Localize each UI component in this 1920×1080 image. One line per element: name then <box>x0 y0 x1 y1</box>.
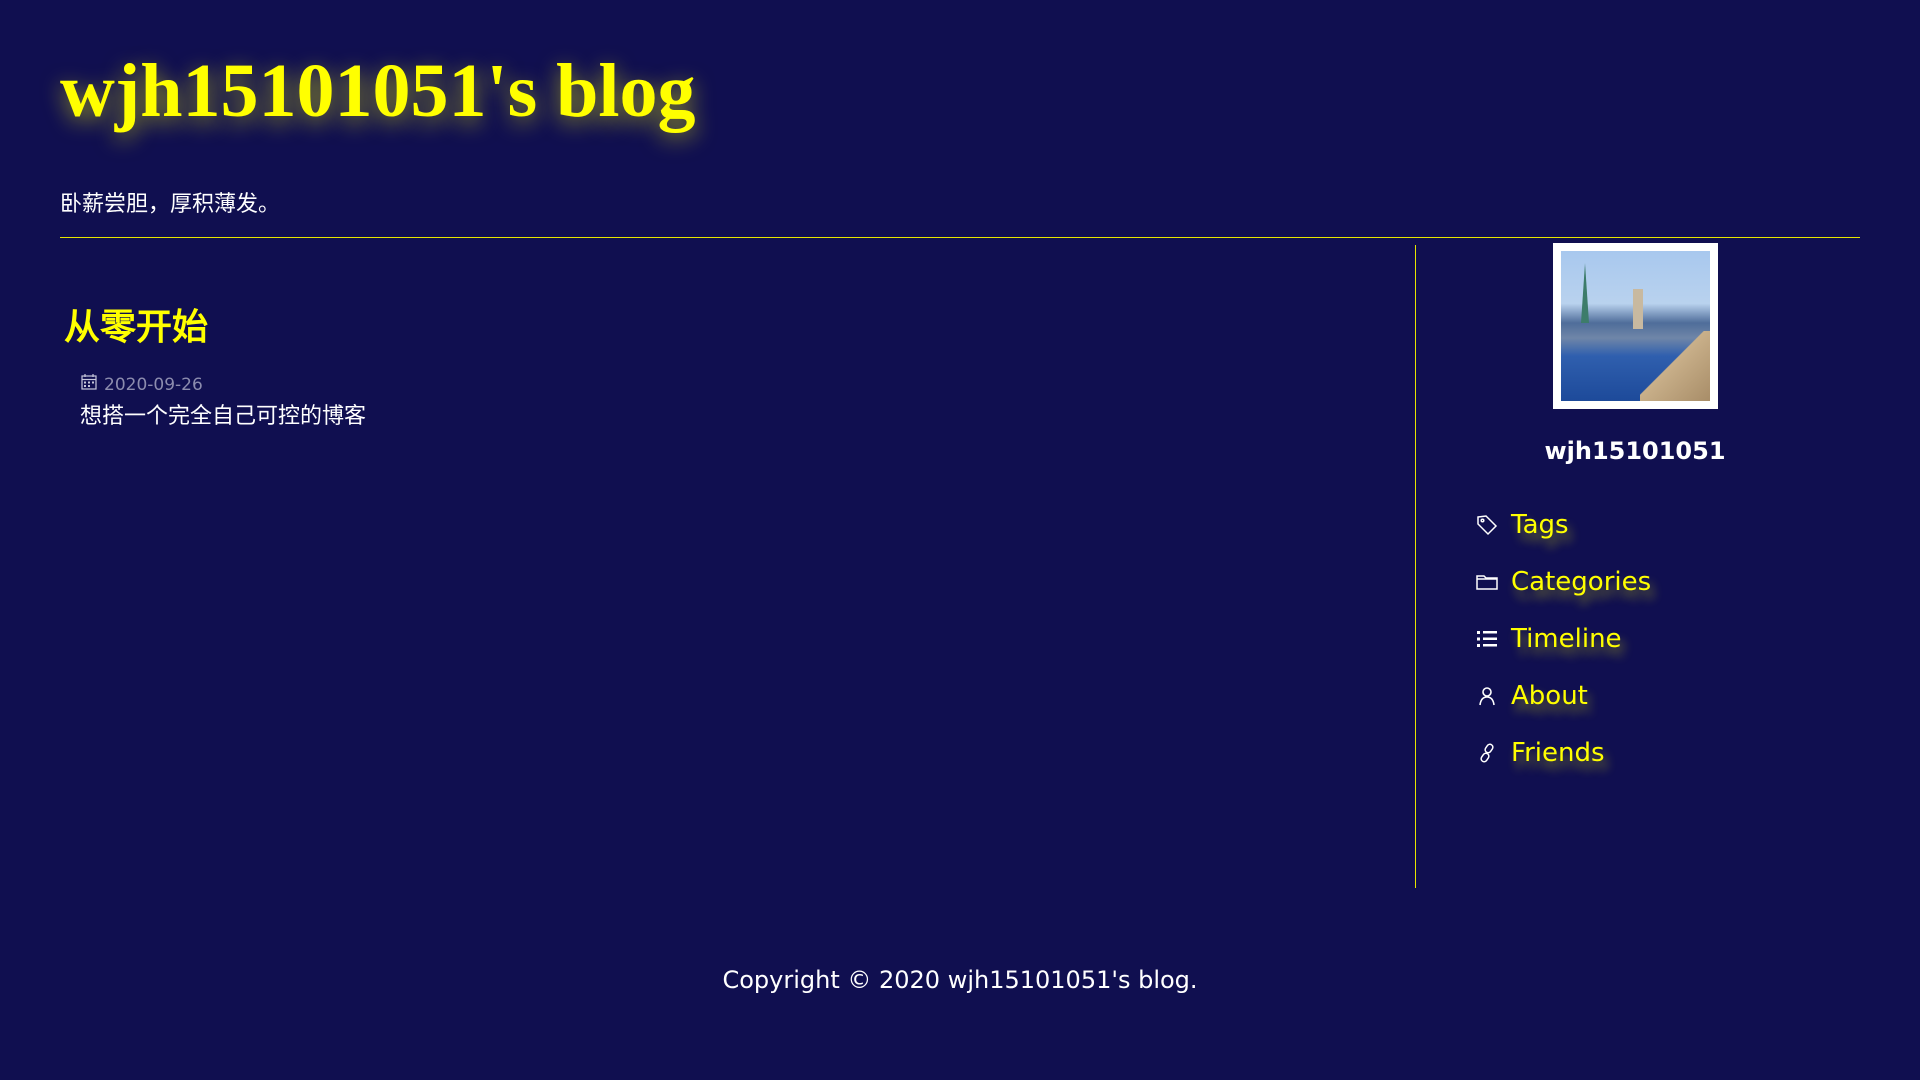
menu-item-tags[interactable]: Tags <box>1475 510 1569 540</box>
menu-item-categories[interactable]: Categories <box>1475 567 1651 597</box>
link-icon <box>1475 741 1499 765</box>
menu-item-label: Timeline <box>1511 624 1622 654</box>
menu-item-label: Friends <box>1511 738 1605 768</box>
menu-item-timeline[interactable]: Timeline <box>1475 624 1622 654</box>
post-date: 2020-09-26 <box>104 374 203 395</box>
avatar <box>1553 243 1718 409</box>
author-name: wjh15101051 <box>1544 437 1726 465</box>
post-excerpt: 想搭一个完全自己可控的博客 <box>80 404 367 429</box>
site-subtitle: 卧薪尝胆，厚积薄发。 <box>60 192 281 217</box>
site-title[interactable]: wjh15101051's blog <box>60 48 696 135</box>
menu-item-label: About <box>1511 681 1588 711</box>
sidebar-divider <box>1415 245 1416 888</box>
menu-item-label: Categories <box>1511 567 1652 597</box>
header-divider <box>60 237 1860 238</box>
user-icon <box>1475 684 1499 708</box>
tag-icon <box>1475 513 1499 537</box>
menu-item-label: Tags <box>1511 510 1569 540</box>
calendar-icon <box>80 373 98 396</box>
post-title[interactable]: 从零开始 <box>64 298 208 350</box>
list-icon <box>1475 627 1499 651</box>
menu-item-friends[interactable]: Friends <box>1475 738 1605 768</box>
footer-copyright: Copyright © 2020 wjh15101051's blog. <box>722 966 1198 994</box>
post-meta: 2020-09-26 <box>80 373 203 396</box>
folder-icon <box>1475 570 1499 594</box>
menu-item-about[interactable]: About <box>1475 681 1588 711</box>
